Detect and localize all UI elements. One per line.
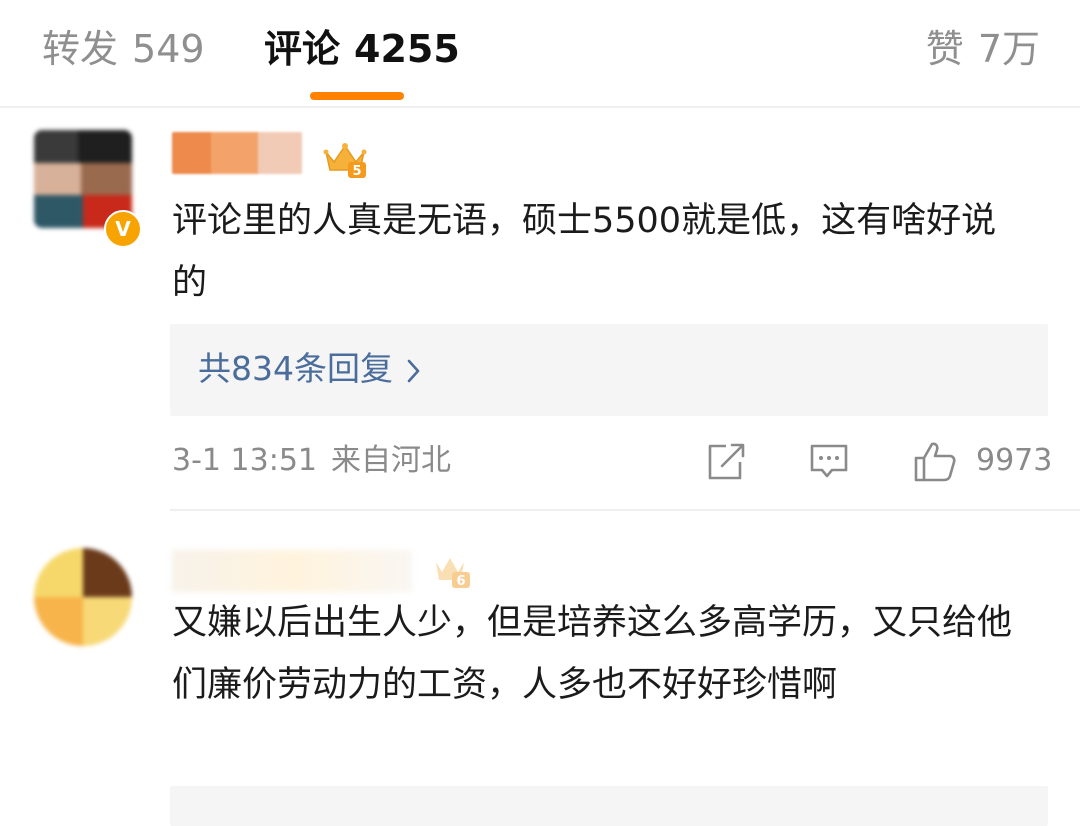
reply-button[interactable] (808, 438, 850, 484)
level-badge-number: 5 (352, 164, 361, 178)
replies-preview[interactable]: 共834条回复 (170, 324, 1048, 416)
tab-repost-count: 549 (132, 27, 205, 71)
tab-repost-label: 转发 (42, 27, 119, 71)
comment-meta: 3-1 13:51 来自河北 (172, 438, 451, 484)
active-tab-indicator (310, 92, 404, 100)
like-button[interactable]: 9973 (912, 438, 1052, 484)
like-count: 9973 (976, 443, 1053, 478)
comment-tab-bar: 转发 549 评论 4255 赞 7万 (0, 0, 1080, 108)
level-badge-icon: 6 (428, 550, 474, 590)
comment-date: 3-1 13:51 (172, 443, 317, 478)
tab-likes-count: 7万 (977, 27, 1040, 71)
tab-comments-label: 评论 (264, 27, 341, 71)
level-badge-icon: 5 (322, 138, 368, 178)
username-blurred[interactable] (172, 550, 412, 592)
comment-location: 来自河北 (331, 443, 451, 478)
share-icon (704, 438, 746, 484)
verified-badge-icon: V (104, 210, 142, 248)
tab-repost[interactable]: 转发 549 (42, 24, 205, 74)
replies-count-label: 共834条回复 (198, 349, 393, 388)
chevron-right-icon (407, 344, 421, 394)
comment-item: V 5 评论里的人真是无语，硕士5500就是低，这有啥好说的 共834条回复 3… (0, 108, 1080, 510)
avatar[interactable] (34, 548, 132, 646)
tab-likes-label: 赞 (925, 27, 964, 71)
tab-comments[interactable]: 评论 4255 (264, 24, 460, 74)
share-button[interactable] (704, 438, 746, 484)
comment-icon (808, 438, 850, 484)
tab-comments-count: 4255 (354, 27, 460, 71)
replies-preview[interactable] (170, 786, 1048, 826)
comment-text: 评论里的人真是无语，硕士5500就是低，这有啥好说的 (172, 201, 997, 303)
tab-likes[interactable]: 赞 7万 (926, 24, 1040, 74)
level-badge-number: 6 (456, 574, 465, 589)
username-blurred[interactable] (172, 132, 302, 174)
comment-item: 6 又嫌以后出生人少，但是培养这么多高学历，又只给他们廉价劳动力的工资，人多也不… (0, 510, 1080, 826)
view-replies-link[interactable]: 共834条回复 (198, 344, 421, 394)
comment-text: 又嫌以后出生人少，但是培养这么多高学历，又只给他们廉价劳动力的工资，人多也不好好… (172, 603, 1013, 705)
